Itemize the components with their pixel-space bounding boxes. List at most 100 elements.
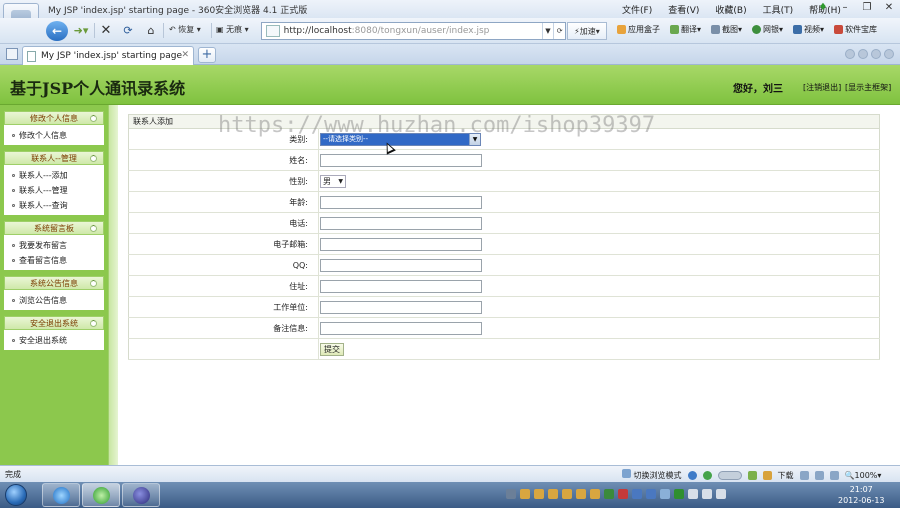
new-tab-button[interactable]: +: [198, 47, 216, 63]
close-tab-icon[interactable]: ✕: [181, 50, 189, 60]
address-input[interactable]: [320, 279, 482, 293]
logout-link[interactable]: [注销退出]: [803, 82, 841, 93]
address-bar[interactable]: http://localhost:8080/tongxun/auser/inde…: [261, 22, 566, 40]
tray-icon[interactable]: [660, 489, 670, 499]
tab-active[interactable]: My JSP 'index.jsp' starting page ✕: [22, 46, 194, 65]
security-icon[interactable]: [702, 470, 712, 480]
collapse-icon[interactable]: ^: [90, 155, 97, 162]
video-button[interactable]: 视频 ▾: [793, 24, 824, 35]
bullet-icon: [12, 259, 15, 262]
tray-icon[interactable]: [506, 489, 516, 499]
tab-scroll-right-icon[interactable]: [858, 49, 868, 59]
nav-item-edit-profile[interactable]: 修改个人信息: [4, 128, 104, 143]
volume-icon[interactable]: [829, 470, 839, 480]
collapse-icon[interactable]: ^: [90, 320, 97, 327]
refresh-icon[interactable]: ⟳: [120, 22, 136, 39]
tray-icon[interactable]: [688, 489, 698, 499]
software-button[interactable]: 软件宝库: [834, 24, 877, 35]
download-button[interactable]: 下载: [778, 470, 794, 481]
menu-favorites[interactable]: 收藏(B): [715, 3, 746, 16]
settings-icon[interactable]: [814, 470, 824, 480]
qq-tray-icon[interactable]: [562, 489, 572, 499]
nav-group-header[interactable]: 修改个人信息 ^: [4, 111, 104, 125]
name-input[interactable]: [320, 153, 482, 167]
screenshot-button[interactable]: 截图 ▾: [711, 24, 742, 35]
collapse-icon[interactable]: ^: [90, 115, 97, 122]
collapse-icon[interactable]: ^: [90, 280, 97, 287]
tray-icon[interactable]: [618, 489, 628, 499]
volume-tray-icon[interactable]: [716, 489, 726, 499]
nav-group-header[interactable]: 系统公告信息 ^: [4, 276, 104, 290]
nav-item-add-contact[interactable]: 联系人---添加: [4, 168, 104, 183]
nav-item-search-contacts[interactable]: 联系人---查询: [4, 198, 104, 213]
tray-icon[interactable]: [674, 489, 684, 499]
incognito-button[interactable]: ▣ 无痕 ▾: [216, 24, 249, 35]
show-main-frame-link[interactable]: [显示主框架]: [845, 82, 891, 93]
forward-button[interactable]: ➜▾: [70, 22, 92, 39]
start-button[interactable]: [5, 484, 27, 506]
qq-tray-icon[interactable]: [590, 489, 600, 499]
nav-item-post-message[interactable]: 我要发布留言: [4, 238, 104, 253]
sex-select[interactable]: 男 ▼: [320, 174, 346, 188]
tray-icon[interactable]: [604, 489, 614, 499]
email-input[interactable]: [320, 237, 482, 251]
chevron-down-icon[interactable]: ▼: [338, 178, 343, 185]
submit-button[interactable]: 提交: [320, 342, 344, 356]
nav-item-view-messages[interactable]: 查看留言信息: [4, 253, 104, 268]
qq-tray-icon[interactable]: [534, 489, 544, 499]
zoom-level[interactable]: 🔍100%▾: [845, 471, 882, 480]
workplace-input[interactable]: [320, 300, 482, 314]
tab-close-all-icon[interactable]: [884, 49, 894, 59]
page-tools-icon[interactable]: [799, 470, 809, 480]
plugin-icon[interactable]: [747, 470, 757, 480]
speed-toggle[interactable]: [717, 470, 742, 480]
phone-input[interactable]: [320, 216, 482, 230]
accelerate-button[interactable]: ⚡ 加速 ▾: [567, 22, 607, 40]
tab-list-icon[interactable]: [871, 49, 881, 59]
nav-group-header[interactable]: 系统留言板 ^: [4, 221, 104, 235]
close-window-button[interactable]: ✕: [884, 2, 894, 13]
nav-item-manage-contacts[interactable]: 联系人---管理: [4, 183, 104, 198]
collapse-icon[interactable]: ^: [90, 225, 97, 232]
app-box-button[interactable]: 应用盒子: [617, 24, 660, 35]
stop-icon[interactable]: ✕: [98, 22, 114, 39]
skin-icon[interactable]: ♦: [818, 2, 828, 13]
nav-group-header[interactable]: 联系人--管理 ^: [4, 151, 104, 165]
qq-tray-icon[interactable]: [548, 489, 558, 499]
address-refresh-icon[interactable]: ⟳: [553, 23, 565, 39]
restore-button[interactable]: ❐: [862, 2, 872, 13]
nav-group-header[interactable]: 安全退出系统 ^: [4, 316, 104, 330]
taskbar-clock[interactable]: 21:07 2012-06-13: [838, 484, 885, 506]
tray-icon[interactable]: [646, 489, 656, 499]
age-input[interactable]: [320, 195, 482, 209]
translate-button[interactable]: 翻译 ▾: [670, 24, 701, 35]
menu-tools[interactable]: 工具(T): [763, 3, 794, 16]
home-icon[interactable]: ⌂: [143, 22, 159, 39]
nav-item-safe-logout[interactable]: 安全退出系统: [4, 333, 104, 348]
ie-icon[interactable]: [687, 470, 697, 480]
address-label: 住址:: [128, 275, 319, 297]
sidebar-toggle-icon[interactable]: [6, 48, 18, 60]
qq-input[interactable]: [320, 258, 482, 272]
menu-view[interactable]: 查看(V): [668, 3, 699, 16]
qq-tray-icon[interactable]: [520, 489, 530, 499]
minimize-button[interactable]: –: [840, 2, 850, 13]
taskbar-360-browser[interactable]: [82, 483, 120, 507]
nav-item-browse-announcements[interactable]: 浏览公告信息: [4, 293, 104, 308]
menu-file[interactable]: 文件(F): [622, 3, 652, 16]
network-icon[interactable]: [702, 489, 712, 499]
undo-button[interactable]: ↶ 恢复 ▾: [169, 24, 201, 35]
remark-input[interactable]: [320, 321, 482, 335]
back-button[interactable]: ←: [46, 21, 68, 41]
tab-scroll-left-icon[interactable]: [845, 49, 855, 59]
tray-icon[interactable]: [632, 489, 642, 499]
address-input[interactable]: http://localhost:8080/tongxun/auser/inde…: [284, 26, 542, 36]
qq-tray-icon[interactable]: [576, 489, 586, 499]
frame-divider[interactable]: [108, 105, 118, 465]
taskbar-eclipse[interactable]: [122, 483, 160, 507]
bank-button[interactable]: 网银 ▾: [752, 24, 783, 35]
address-dropdown-icon[interactable]: ▼: [541, 23, 554, 39]
switch-mode-button[interactable]: 切换浏览模式: [622, 469, 682, 481]
taskbar-ie[interactable]: [42, 483, 80, 507]
window-title: My JSP 'index.jsp' starting page - 360安全…: [48, 6, 308, 16]
